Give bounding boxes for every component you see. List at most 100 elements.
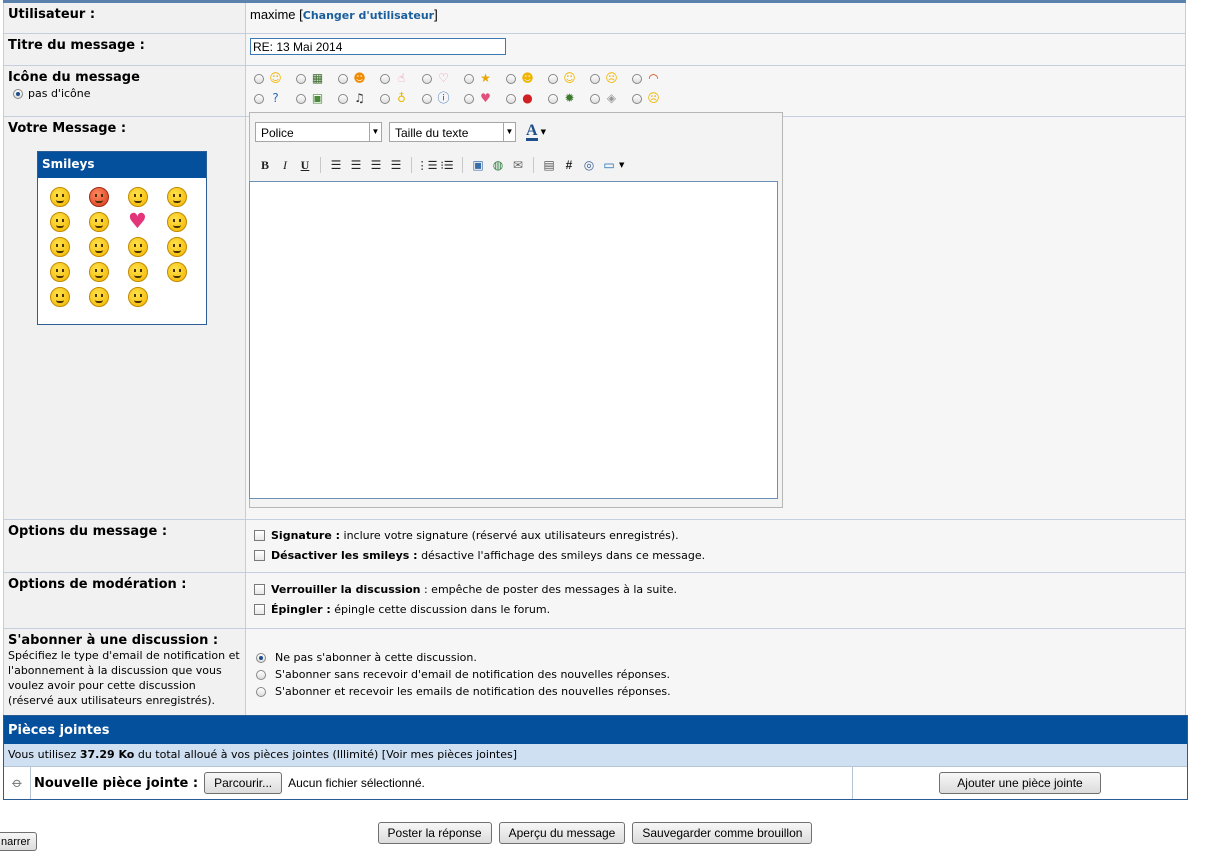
- no-icon-label: pas d'icône: [28, 87, 91, 100]
- size-select[interactable]: Taille du texte ▼: [389, 122, 516, 142]
- disable-smileys-checkbox[interactable]: [254, 549, 265, 561]
- smiley-icon[interactable]: [50, 262, 70, 282]
- angry-icon: ☹: [647, 91, 660, 105]
- icon-radio[interactable]: [422, 93, 432, 104]
- smiley-icon[interactable]: [89, 212, 109, 232]
- chevron-down-icon: ▼: [369, 123, 381, 141]
- subscribe-email-radio[interactable]: [256, 686, 266, 697]
- smiley-icon[interactable]: [50, 187, 70, 207]
- no-icon-radio[interactable]: [13, 88, 23, 99]
- justify-icon[interactable]: ☰: [386, 155, 406, 175]
- exclamation-icon: ●: [522, 91, 533, 105]
- icon-radio[interactable]: [506, 73, 516, 84]
- text-color-icon: A: [526, 121, 538, 141]
- icon-radio[interactable]: [590, 93, 600, 104]
- smiley-icon[interactable]: [167, 187, 187, 207]
- smiley-icon[interactable]: [89, 237, 109, 257]
- icon-radio[interactable]: [338, 73, 348, 84]
- quote-icon[interactable]: ▤: [539, 155, 559, 175]
- size-select-value: Taille du texte: [395, 126, 469, 140]
- disable-smileys-desc: désactive l'affichage des smileys dans c…: [421, 548, 706, 562]
- icon-radio[interactable]: [464, 93, 474, 104]
- subscribe-no-email-radio[interactable]: [256, 669, 266, 680]
- icon-radio[interactable]: [506, 93, 516, 104]
- options-label: Options du message :: [3, 519, 246, 573]
- smiley-icon[interactable]: [50, 212, 70, 232]
- message-textarea[interactable]: [249, 181, 778, 499]
- pin-discussion-checkbox[interactable]: [254, 603, 265, 615]
- smiley-icon[interactable]: [167, 262, 187, 282]
- usage-suffix: du total alloué à vos pièces jointes (Il…: [137, 748, 518, 761]
- browse-button[interactable]: Parcourir...: [204, 772, 283, 794]
- icon-choices: ☺ ▦ ☻ ☝ ♡ ★ ☻ ☺ ☹ ◠ ? ▣ ♫ ♁ ⓘ ♥ ● ✹ ◈ ☹: [254, 70, 1181, 107]
- italic-icon[interactable]: I: [275, 155, 295, 175]
- subscribe-no-email-label: S'abonner sans recevoir d'email de notif…: [275, 668, 670, 681]
- speech-bubble-icon: ♡: [438, 71, 449, 85]
- smileys-panel: Smileys ♥: [37, 151, 207, 325]
- align-left-icon[interactable]: ☰: [326, 155, 346, 175]
- no-file-text: Aucun fichier sélectionné.: [288, 776, 425, 790]
- smiley-icon[interactable]: [128, 187, 148, 207]
- icon-radio[interactable]: [548, 73, 558, 84]
- signature-checkbox[interactable]: [254, 529, 265, 541]
- icon-radio[interactable]: [296, 73, 306, 84]
- add-attachment-button[interactable]: Ajouter une pièce jointe: [939, 772, 1101, 794]
- title-input[interactable]: [250, 38, 506, 55]
- underline-icon[interactable]: U: [295, 155, 315, 175]
- subscribe-none-radio[interactable]: [256, 652, 266, 663]
- email-icon[interactable]: ✉: [508, 155, 528, 175]
- bold-icon[interactable]: B: [255, 155, 275, 175]
- partial-button[interactable]: narrer: [0, 832, 38, 851]
- attachments-panel: Pièces jointes Vous utilisez 37.29 Ko du…: [3, 715, 1188, 800]
- smiley-icon[interactable]: [128, 262, 148, 282]
- icon-radio[interactable]: [296, 93, 306, 104]
- icon-radio[interactable]: [380, 93, 390, 104]
- tongue-icon: ☻: [353, 71, 366, 85]
- subscribe-label: S'abonner à une discussion :: [8, 633, 219, 648]
- text-color-button[interactable]: A ▼: [526, 122, 546, 142]
- smiley-icon[interactable]: [128, 237, 148, 257]
- save-draft-button[interactable]: Sauvegarder comme brouillon: [632, 822, 813, 844]
- align-center-icon[interactable]: ☰: [346, 155, 366, 175]
- subscribe-email-label: S'abonner et recevoir les emails de noti…: [275, 685, 671, 698]
- format-toolbar: B I U ☰ ☰ ☰ ☰ ⋮☰ ⁝☰ ▣ ◍ ✉ ▤ # ◎ ▭ ▼: [255, 155, 624, 175]
- subscribe-none-label: Ne pas s'abonner à cette discussion.: [275, 651, 477, 664]
- icon-radio[interactable]: [254, 73, 264, 84]
- bullet-list-icon[interactable]: ⁝☰: [437, 155, 457, 175]
- icon-radio[interactable]: [548, 93, 558, 104]
- ordered-list-icon[interactable]: ⋮☰: [417, 155, 438, 175]
- insert-link-icon[interactable]: ◍: [488, 155, 508, 175]
- lock-discussion-checkbox[interactable]: [254, 583, 265, 595]
- smiley-icon[interactable]: [167, 212, 187, 232]
- code-icon[interactable]: ◎: [579, 155, 599, 175]
- smiley-icon[interactable]: [167, 237, 187, 257]
- smiley-icon[interactable]: [89, 187, 109, 207]
- align-right-icon[interactable]: ☰: [366, 155, 386, 175]
- smiley-icon[interactable]: [89, 287, 109, 307]
- icon-radio[interactable]: [632, 93, 642, 104]
- icon-radio[interactable]: [464, 73, 474, 84]
- post-reply-button[interactable]: Poster la réponse: [377, 822, 492, 844]
- film-icon: ▦: [311, 71, 324, 85]
- hash-icon[interactable]: #: [559, 155, 579, 175]
- heart-icon[interactable]: ♥: [128, 209, 148, 233]
- icon-radio[interactable]: [632, 73, 642, 84]
- icon-radio[interactable]: [338, 93, 348, 104]
- change-user-link[interactable]: Changer d'utilisateur: [303, 9, 434, 22]
- signature-desc: inclure votre signature (réservé aux uti…: [343, 528, 679, 542]
- smiley-icon[interactable]: [50, 237, 70, 257]
- font-select[interactable]: Police ▼: [255, 122, 382, 142]
- icon-radio[interactable]: [422, 73, 432, 84]
- icon-radio[interactable]: [380, 73, 390, 84]
- icon-radio[interactable]: [254, 93, 264, 104]
- insert-image-icon[interactable]: ▣: [468, 155, 488, 175]
- rainbow-icon: ◠: [648, 71, 659, 85]
- smiley-icon[interactable]: [89, 262, 109, 282]
- smiley-icon[interactable]: [128, 287, 148, 307]
- icon-radio[interactable]: [590, 73, 600, 84]
- video-icon[interactable]: ▭: [599, 155, 619, 175]
- chevron-down-icon: ▼: [619, 161, 625, 169]
- info-icon: ⓘ: [437, 91, 450, 105]
- smiley-icon[interactable]: [50, 287, 70, 307]
- preview-button[interactable]: Aperçu du message: [498, 822, 626, 844]
